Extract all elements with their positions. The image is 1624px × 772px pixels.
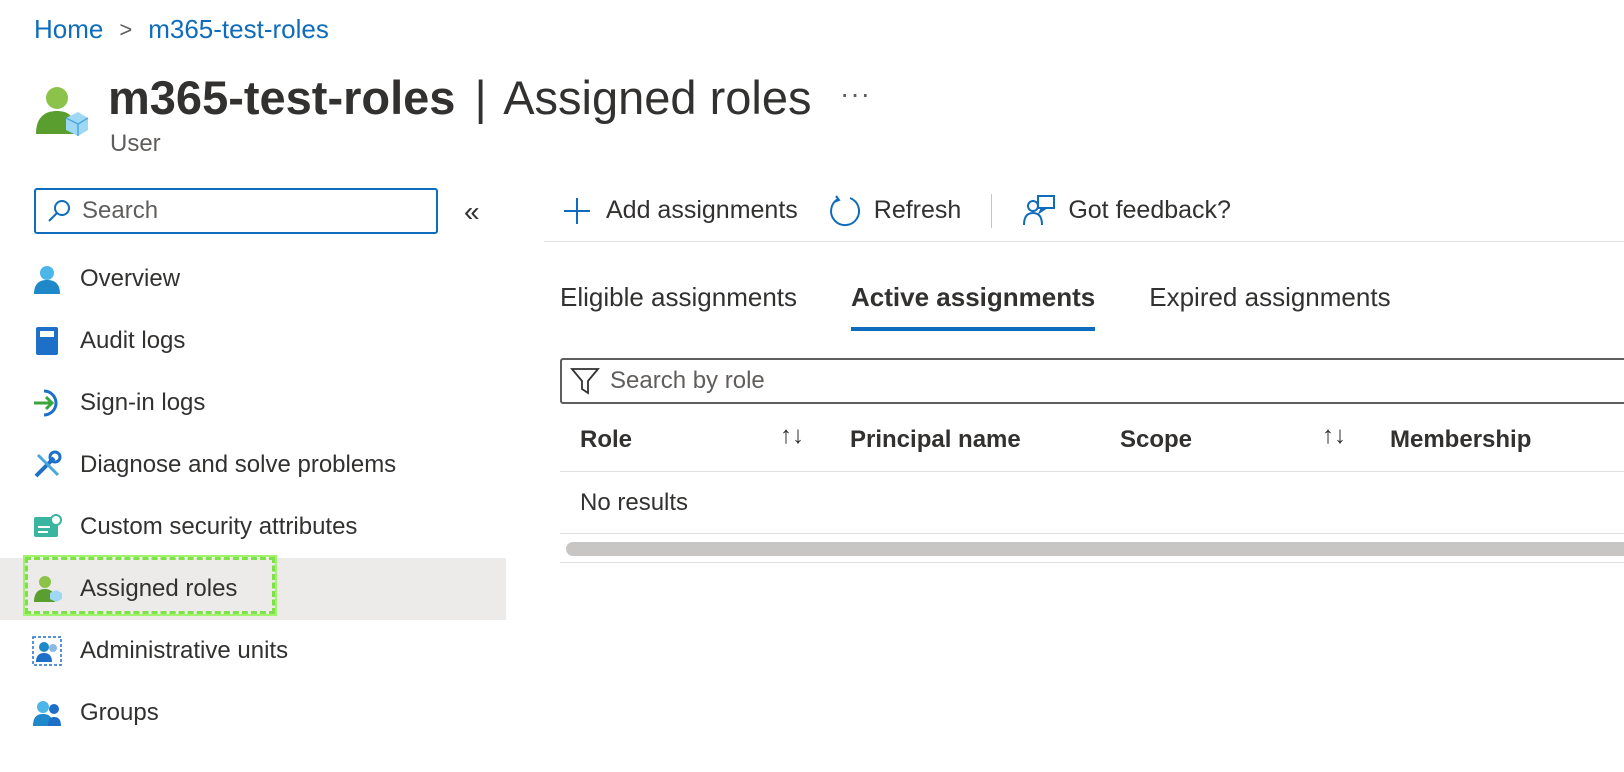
attributes-icon — [32, 512, 62, 542]
assigned-roles-highlight — [23, 555, 277, 616]
feedback-icon — [1022, 194, 1056, 228]
page-subtitle: User — [110, 130, 161, 157]
sidebar-item-audit-logs[interactable]: Audit logs — [0, 310, 506, 372]
sidebar-item-label: Overview — [80, 265, 181, 292]
add-assignments-button[interactable]: Add assignments — [560, 194, 798, 228]
search-by-role-input[interactable] — [610, 367, 1510, 395]
assigned-roles-user-icon — [32, 84, 89, 140]
column-role[interactable]: Role — [580, 426, 632, 454]
refresh-button[interactable]: Refresh — [828, 194, 962, 228]
chevron-right-icon: > — [119, 16, 133, 42]
sidebar-item-custom-security-attributes[interactable]: Custom security attributes — [0, 496, 506, 558]
feedback-label: Got feedback? — [1068, 196, 1231, 224]
sidebar-item-label: Groups — [80, 699, 159, 726]
page-title-separator: | — [474, 71, 487, 124]
sidebar-search — [34, 188, 438, 234]
column-scope[interactable]: Scope — [1120, 426, 1192, 454]
column-membership[interactable]: Membership — [1390, 426, 1531, 454]
tab-eligible-assignments[interactable]: Eligible assignments — [560, 282, 797, 331]
sort-scope-icon[interactable]: ↑↓ — [1322, 422, 1346, 450]
assignment-tabs: Eligible assignments Active assignments … — [560, 282, 1445, 331]
sidebar-item-label: Audit logs — [80, 327, 186, 354]
sidebar-item-groups[interactable]: Groups — [0, 682, 506, 744]
search-icon — [46, 198, 72, 224]
breadcrumb: Home > m365-test-roles — [34, 14, 329, 45]
page-title-name: m365-test-roles — [108, 71, 456, 124]
table-header: Role ↑↓ Principal name Scope ↑↓ Membersh… — [560, 410, 1624, 472]
add-icon — [560, 194, 594, 228]
no-results-text: No results — [580, 488, 689, 516]
toolbar-divider — [991, 193, 993, 228]
collapse-sidebar-icon[interactable]: « — [464, 196, 480, 228]
breadcrumb-current-link[interactable]: m365-test-roles — [148, 14, 329, 45]
book-icon — [32, 326, 62, 356]
sidebar-item-label: Custom security attributes — [80, 513, 358, 540]
admin-units-icon — [32, 636, 62, 666]
sidebar-search-input[interactable] — [82, 197, 402, 225]
tab-active-assignments[interactable]: Active assignments — [851, 282, 1096, 331]
table-row: No results — [560, 472, 1624, 534]
refresh-label: Refresh — [873, 196, 962, 224]
sidebar-item-diagnose[interactable]: Diagnose and solve problems — [0, 434, 506, 496]
filter-icon — [570, 366, 600, 396]
refresh-icon — [828, 194, 862, 228]
assignments-table: Role ↑↓ Principal name Scope ↑↓ Membersh… — [560, 410, 1624, 534]
horizontal-scrollbar[interactable] — [566, 542, 1624, 556]
sidebar-item-label: Diagnose and solve problems — [80, 451, 397, 478]
user-icon — [32, 264, 62, 294]
page-title: m365-test-roles | Assigned roles — [108, 70, 811, 125]
sidebar-item-administrative-units[interactable]: Administrative units — [0, 620, 506, 682]
breadcrumb-home-link[interactable]: Home — [34, 14, 103, 45]
feedback-button[interactable]: Got feedback? — [1022, 194, 1231, 228]
role-filter — [560, 358, 1624, 404]
add-assignments-label: Add assignments — [606, 196, 798, 224]
column-principal-name[interactable]: Principal name — [850, 426, 1021, 454]
page-title-page: Assigned roles — [503, 71, 812, 124]
tab-expired-assignments[interactable]: Expired assignments — [1149, 282, 1390, 331]
sidebar-item-label: Sign-in logs — [80, 389, 206, 416]
groups-icon — [32, 698, 62, 728]
sort-role-icon[interactable]: ↑↓ — [780, 422, 804, 450]
sign-in-icon — [32, 388, 62, 418]
command-bar: Add assignments Refresh Got feedback? — [544, 180, 1624, 242]
wrench-icon — [32, 450, 62, 480]
table-bottom-divider — [560, 562, 1624, 563]
sidebar-item-label: Administrative units — [80, 637, 289, 664]
more-options-button[interactable]: ··· — [840, 78, 871, 110]
sidebar-nav: Overview Audit logs Sign-in logs Diagnos… — [0, 248, 506, 744]
sidebar-item-sign-in-logs[interactable]: Sign-in logs — [0, 372, 506, 434]
sidebar-item-overview[interactable]: Overview — [0, 248, 506, 310]
